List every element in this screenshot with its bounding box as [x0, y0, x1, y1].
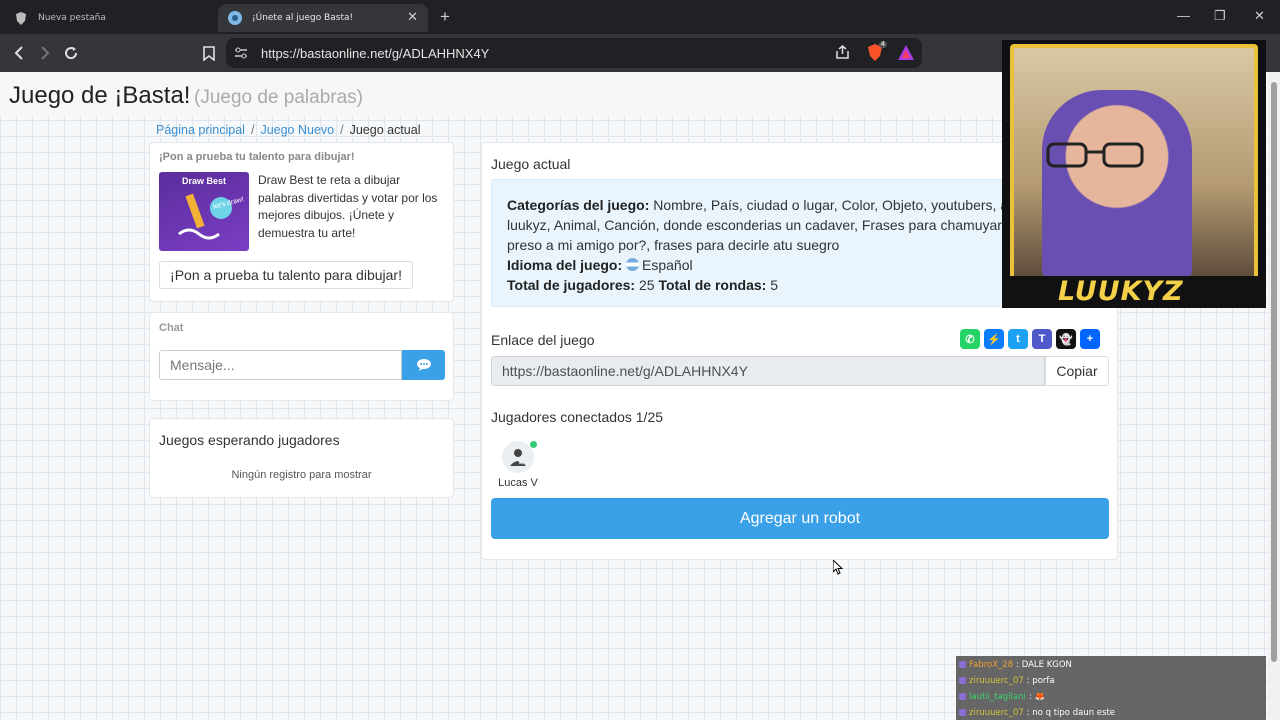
promo-heading: ¡Pon a prueba tu talento para dibujar!	[159, 151, 355, 163]
breadcrumb-current: Juego actual	[349, 123, 421, 137]
comment-icon	[416, 359, 431, 371]
current-game-title: Juego actual	[491, 156, 571, 172]
share-plus-icon[interactable]: +	[1080, 329, 1100, 349]
snapchat-icon[interactable]: 👻	[1056, 329, 1076, 349]
draw-best-button[interactable]: ¡Pon a prueba tu talento para dibujar!	[159, 261, 413, 289]
waiting-games-card: Juegos esperando jugadores Ningún regist…	[149, 418, 454, 498]
total-players-label: Total de jugadores:	[507, 277, 636, 293]
tab-label: ¡Únete al juego Basta!	[252, 13, 354, 23]
pencil-illustration-icon	[178, 193, 232, 240]
messenger-icon[interactable]: ⚡	[984, 329, 1004, 349]
categories-label: Categorías del juego:	[507, 197, 650, 213]
stream-chat-message: ziruuuerc_07: porfa	[959, 673, 1265, 688]
basta-favicon-icon	[228, 11, 242, 25]
game-link-field[interactable]	[491, 356, 1045, 386]
game-info-box: Categorías del juego: Nombre, País, ciud…	[491, 179, 1031, 307]
chat-badge-icon	[959, 677, 966, 684]
site-settings-icon[interactable]	[234, 46, 248, 65]
chat-username: FabroX_28	[969, 659, 1014, 670]
chat-badge-icon	[959, 693, 966, 700]
language-value: Español	[642, 257, 693, 273]
tab-basta-game[interactable]: ¡Únete al juego Basta! ✕	[218, 4, 428, 32]
chat-message-input[interactable]	[159, 350, 402, 380]
add-robot-button[interactable]: Agregar un robot	[491, 498, 1109, 539]
brave-rewards-icon[interactable]	[898, 45, 914, 65]
page-scrollbar[interactable]	[1268, 72, 1280, 720]
whatsapp-icon[interactable]: ✆	[960, 329, 980, 349]
brave-shield-icon	[14, 11, 28, 25]
player-name: Lucas V	[498, 477, 538, 489]
chat-text: : no q tipo daun este	[1026, 707, 1116, 718]
chat-username: lautii_tagliani	[969, 691, 1026, 702]
new-tab-icon[interactable]: +	[440, 7, 450, 27]
glasses-icon	[1046, 142, 1144, 168]
no-records-text: Ningún registro para mostrar	[231, 469, 372, 481]
waiting-games-heading: Juegos esperando jugadores	[159, 432, 340, 448]
breadcrumb-separator: /	[340, 123, 344, 137]
total-rounds-value: 5	[770, 277, 778, 293]
address-bar[interactable]: https://bastaonline.net/g/ADLAHHNX4Y 4	[226, 38, 922, 68]
user-icon	[510, 449, 526, 466]
site-title: Juego de ¡Basta!	[9, 82, 191, 109]
url-text: https://bastaonline.net/g/ADLAHHNX4Y	[261, 46, 490, 61]
reload-icon[interactable]	[60, 42, 82, 64]
chat-username: ziruuuerc_07	[969, 707, 1024, 718]
chat-text: : DALE KGON	[1016, 659, 1072, 670]
player-avatar	[502, 441, 534, 473]
chat-heading: Chat	[159, 322, 184, 334]
breadcrumb-home-link[interactable]: Página principal	[156, 123, 245, 137]
streamer-figure	[1042, 90, 1192, 280]
copy-link-button[interactable]: Copiar	[1045, 356, 1109, 386]
stream-chat-overlay: FabroX_28: DALE KGON ziruuuerc_07: porfa l…	[956, 656, 1266, 720]
promo-card: ¡Pon a prueba tu talento para dibujar! D…	[149, 142, 454, 302]
mouse-cursor-icon	[833, 560, 843, 575]
back-icon[interactable]	[8, 42, 30, 64]
chat-card: Chat	[149, 312, 454, 401]
forward-icon[interactable]	[34, 42, 56, 64]
chat-text: : porfa	[1026, 675, 1055, 686]
total-players-value: 25	[638, 277, 655, 293]
chat-username: ziruuuerc_07	[969, 675, 1024, 686]
chat-badge-icon	[959, 661, 966, 668]
browser-tabstrip: Nueva pestaña ¡Únete al juego Basta! ✕ +…	[0, 0, 1280, 34]
close-window-icon[interactable]: ✕	[1254, 8, 1265, 24]
game-link-heading: Enlace del juego	[491, 332, 595, 348]
connected-players-heading: Jugadores conectados 1/25	[491, 409, 664, 425]
chat-text: : 🦊	[1028, 691, 1046, 702]
stream-chat-message: FabroX_28: DALE KGON	[959, 657, 1265, 672]
maximize-icon[interactable]: ❐	[1214, 8, 1226, 24]
site-subtitle: (Juego de palabras)	[194, 87, 363, 108]
draw-best-logo-text: Draw Best	[181, 176, 226, 186]
chat-send-button[interactable]	[402, 350, 445, 380]
twitter-icon[interactable]: t	[1008, 329, 1028, 349]
scrollbar-thumb[interactable]	[1271, 82, 1277, 662]
breadcrumb-separator: /	[250, 123, 255, 137]
streamer-name: LUUKYZ	[1058, 276, 1184, 307]
teams-icon[interactable]: T	[1032, 329, 1052, 349]
shield-count-badge: 4	[879, 41, 887, 48]
stream-chat-message: lautii_tagliani: 🦊	[959, 689, 1265, 704]
streamer-webcam-overlay: LUUKYZ	[1002, 40, 1266, 308]
promo-description: Draw Best te reta a dibujar palabras div…	[258, 173, 438, 240]
minimize-icon[interactable]: —	[1177, 8, 1190, 23]
language-label: Idioma del juego:	[507, 257, 623, 273]
online-status-dot	[530, 441, 537, 448]
close-tab-icon[interactable]: ✕	[407, 10, 418, 25]
breadcrumb-new-game-link[interactable]: Juego Nuevo	[260, 123, 334, 137]
share-page-icon[interactable]	[835, 45, 850, 65]
breadcrumb: Página principal / Juego Nuevo / Juego actua…	[156, 123, 420, 137]
total-rounds-label: Total de rondas:	[658, 277, 767, 293]
tab-label: Nueva pestaña	[38, 13, 106, 23]
argentina-flag-icon	[626, 258, 640, 271]
bookmark-icon[interactable]	[198, 42, 220, 64]
stream-chat-message: ziruuuerc_07: no q tipo daun este	[959, 705, 1265, 720]
tab-new-tab[interactable]: Nueva pestaña	[4, 4, 214, 32]
chat-badge-icon	[959, 709, 966, 716]
draw-best-image[interactable]: Draw Best let's draw!	[159, 172, 249, 251]
